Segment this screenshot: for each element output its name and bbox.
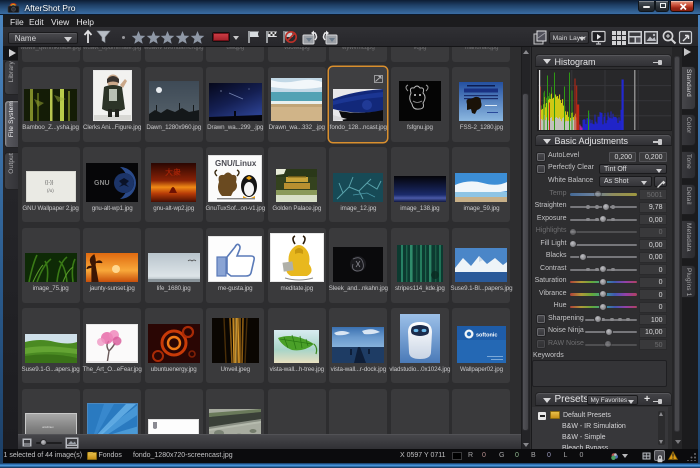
- svg-text:大衆: 大衆: [165, 167, 181, 177]
- svg-text:unixlinux: unixlinux: [42, 425, 54, 429]
- svg-text:{(-)}: {(-)}: [45, 180, 54, 186]
- svg-text:(/o): (/o): [47, 188, 54, 193]
- svg-text:GNU/Linux: GNU/Linux: [215, 159, 257, 168]
- svg-text:GNU: GNU: [94, 180, 110, 187]
- svg-text:softonic: softonic: [476, 332, 497, 338]
